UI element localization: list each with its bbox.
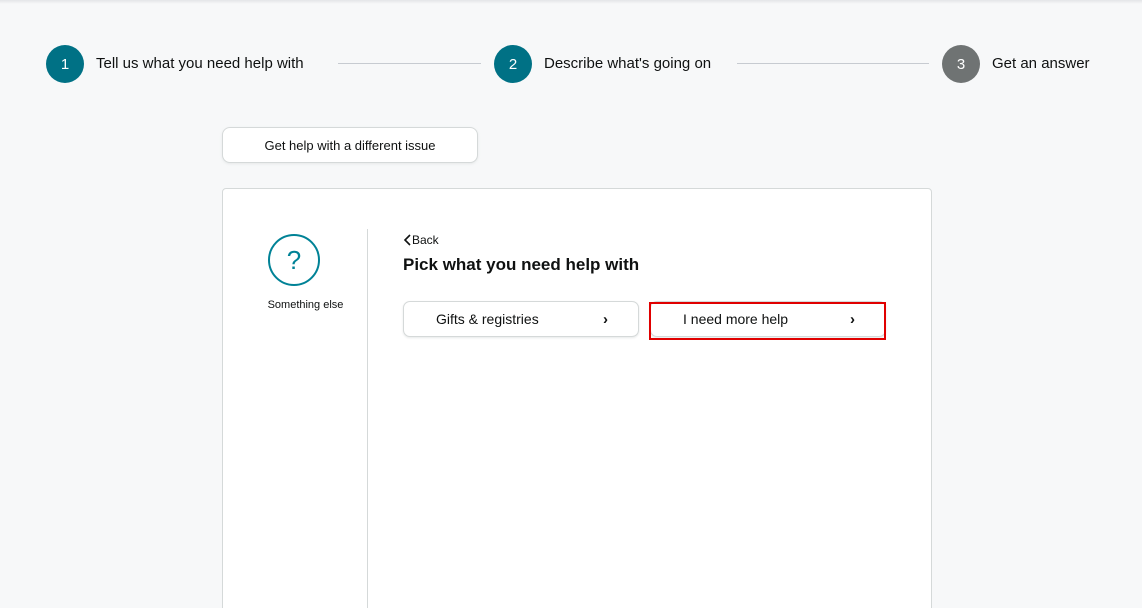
card-divider xyxy=(367,229,368,608)
back-link[interactable]: Back xyxy=(403,233,439,247)
highlight-box xyxy=(649,302,886,340)
step-1-label: Tell us what you need help with xyxy=(96,55,304,72)
different-issue-button[interactable]: Get help with a different issue xyxy=(222,127,478,163)
step-1-circle: 1 xyxy=(46,45,84,83)
top-shadow xyxy=(0,0,1142,4)
step-3-circle: 3 xyxy=(942,45,980,83)
step-3-label: Get an answer xyxy=(992,55,1090,72)
option-label: Gifts & registries xyxy=(436,311,539,327)
step-2-label: Describe what's going on xyxy=(544,55,712,72)
chevron-right-icon: › xyxy=(603,310,608,328)
option-gifts-registries[interactable]: Gifts & registries › xyxy=(403,301,639,337)
step-connector-2 xyxy=(737,63,929,64)
back-link-label: Back xyxy=(412,233,439,247)
help-card: ? Something else Back Pick what you need… xyxy=(222,188,932,608)
step-2-circle: 2 xyxy=(494,45,532,83)
category-label: Something else xyxy=(267,299,344,311)
question-icon: ? xyxy=(268,234,320,286)
page-title: Pick what you need help with xyxy=(403,255,640,274)
chevron-left-icon xyxy=(403,234,411,246)
step-connector-1 xyxy=(338,63,481,64)
